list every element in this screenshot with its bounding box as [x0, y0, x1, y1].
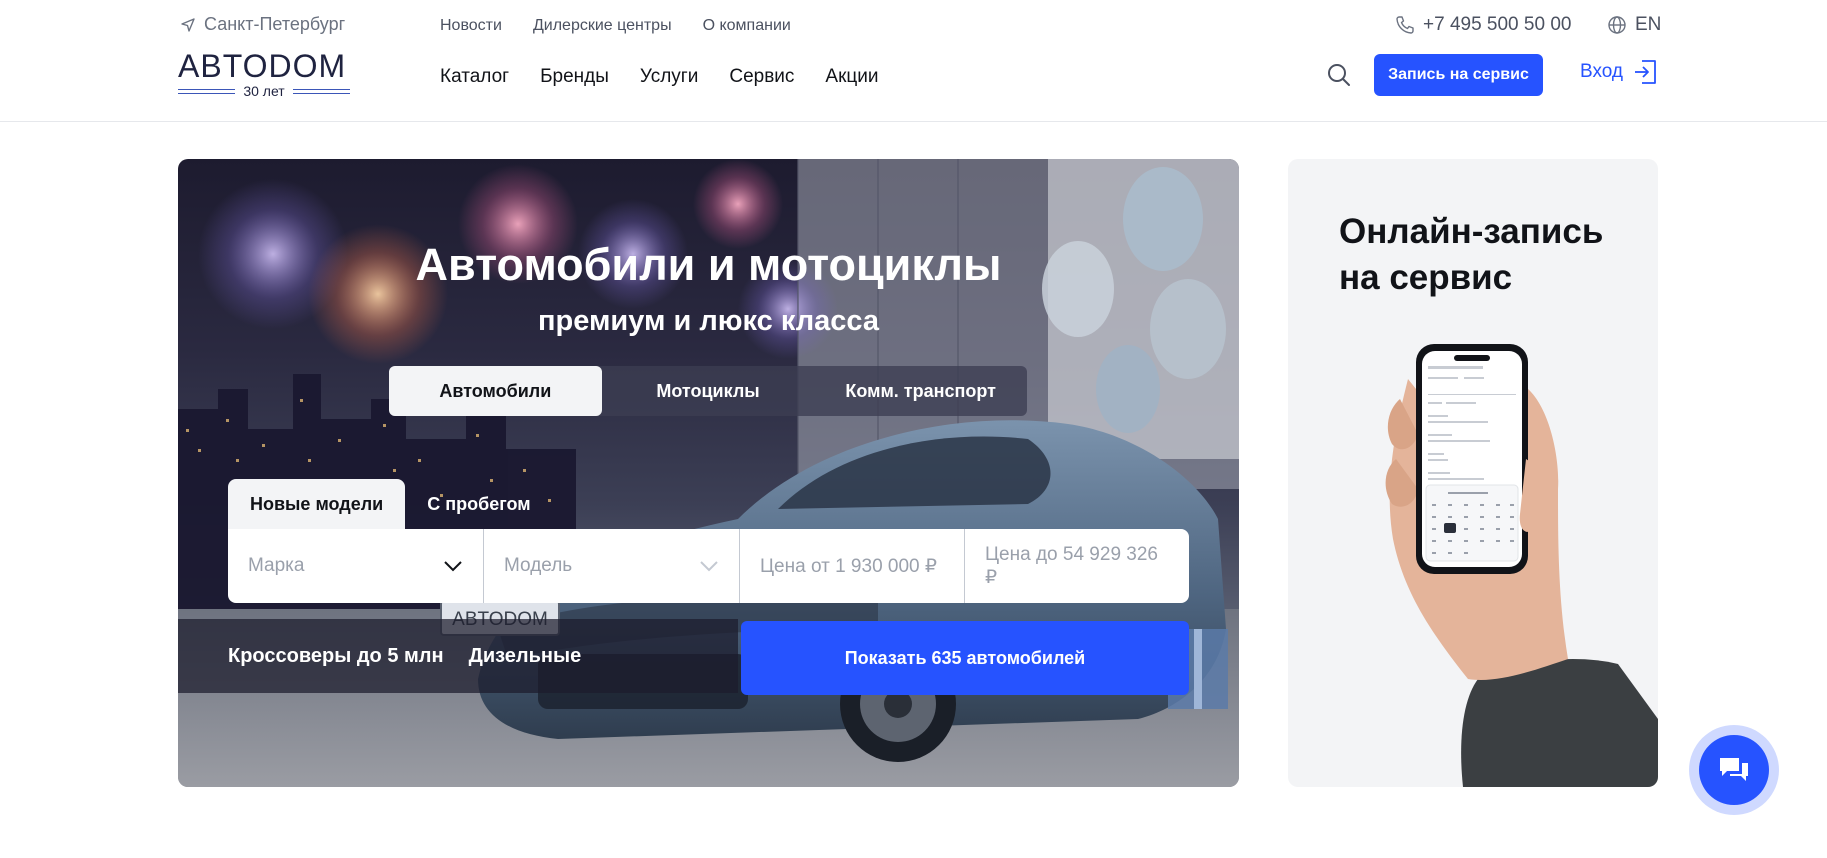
nav-brands[interactable]: Бренды [540, 66, 609, 88]
globe-icon [1608, 16, 1626, 34]
login-link[interactable]: Вход [1580, 58, 1659, 86]
price-from-input[interactable]: Цена от 1 930 000 ₽ [740, 529, 965, 603]
model-placeholder: Модель [504, 555, 573, 576]
brand-placeholder: Марка [248, 555, 305, 576]
login-label: Вход [1580, 61, 1623, 82]
chat-icon [1720, 758, 1748, 781]
tab-cars[interactable]: Автомобили [389, 366, 602, 416]
tab-new-models[interactable]: Новые модели [228, 479, 406, 529]
model-select[interactable]: Модель [484, 529, 740, 603]
chevron-down-icon [700, 561, 718, 572]
tab-motorcycles[interactable]: Мотоциклы [602, 366, 815, 416]
search-filters: Марка Модель Цена от 1 930 000 ₽ Цена до… [228, 529, 1189, 603]
top-links: Новости Дилерские центры О компании [440, 17, 791, 35]
nav-catalog[interactable]: Каталог [440, 66, 509, 88]
logo-sub-label: 30 лет [243, 83, 285, 99]
language-label: EN [1635, 14, 1662, 35]
quick-link-crossovers[interactable]: Кроссоверы до 5 млн [228, 645, 444, 668]
online-booking-title-line2: на сервис [1339, 258, 1513, 297]
phone-link[interactable]: +7 495 500 50 00 [1395, 14, 1571, 36]
language-switch[interactable]: EN [1607, 14, 1661, 36]
phone-number: +7 495 500 50 00 [1423, 14, 1572, 35]
nav-service[interactable]: Сервис [729, 66, 794, 88]
condition-tabs: Новые модели С пробегом [228, 479, 553, 529]
top-link-news[interactable]: Новости [440, 17, 502, 35]
tab-used[interactable]: С пробегом [405, 479, 552, 529]
top-link-about[interactable]: О компании [703, 17, 791, 35]
brand-select[interactable]: Марка [228, 529, 484, 603]
service-booking-button[interactable]: Запись на сервис [1374, 54, 1543, 96]
nav-services[interactable]: Услуги [640, 66, 698, 88]
online-booking-title-line1: Онлайн-запись [1339, 212, 1604, 251]
logo-wordmark: ABTODOM [178, 48, 347, 84]
hero-subtitle: премиум и люкс класса [537, 305, 880, 337]
price-to-input[interactable]: Цена до 54 929 326 ₽ [965, 529, 1189, 603]
hero-title: Автомобили и мотоциклы [415, 239, 1002, 290]
price-from-placeholder: Цена от 1 930 000 ₽ [760, 555, 937, 577]
online-booking-card[interactable]: Онлайн-запись на сервис [1288, 159, 1658, 787]
hero-banner: ABTODOM Автомобили и мотоциклы премиум и… [178, 159, 1239, 787]
logo-anniversary: 30 лет [178, 83, 350, 99]
logo[interactable]: ABTODOM 30 лет [178, 50, 350, 100]
quick-link-diesel[interactable]: Дизельные [469, 645, 582, 668]
online-booking-title: Онлайн-запись на сервис [1339, 209, 1639, 301]
main-nav: Каталог Бренды Услуги Сервис Акции [440, 66, 879, 88]
chat-widget-button[interactable] [1689, 725, 1779, 815]
price-to-placeholder: Цена до 54 929 326 ₽ [985, 543, 1158, 588]
vehicle-type-tabs: Автомобили Мотоциклы Комм. транспорт [389, 366, 1027, 416]
location-arrow-icon [181, 17, 195, 32]
nav-promotions[interactable]: Акции [825, 66, 878, 88]
tab-commercial[interactable]: Комм. транспорт [814, 366, 1027, 416]
top-link-dealers[interactable]: Дилерские центры [533, 17, 672, 35]
search-icon[interactable] [1326, 62, 1352, 88]
city-label: Санкт-Петербург [204, 14, 346, 34]
login-icon [1634, 60, 1656, 84]
site-header: Санкт-Петербург ABTODOM 30 лет Новости Д… [0, 0, 1827, 122]
city-selector[interactable]: Санкт-Петербург [180, 14, 345, 35]
chevron-down-icon [444, 561, 462, 572]
show-results-button[interactable]: Показать 635 автомобилей [741, 621, 1189, 695]
phone-icon [1396, 16, 1414, 34]
